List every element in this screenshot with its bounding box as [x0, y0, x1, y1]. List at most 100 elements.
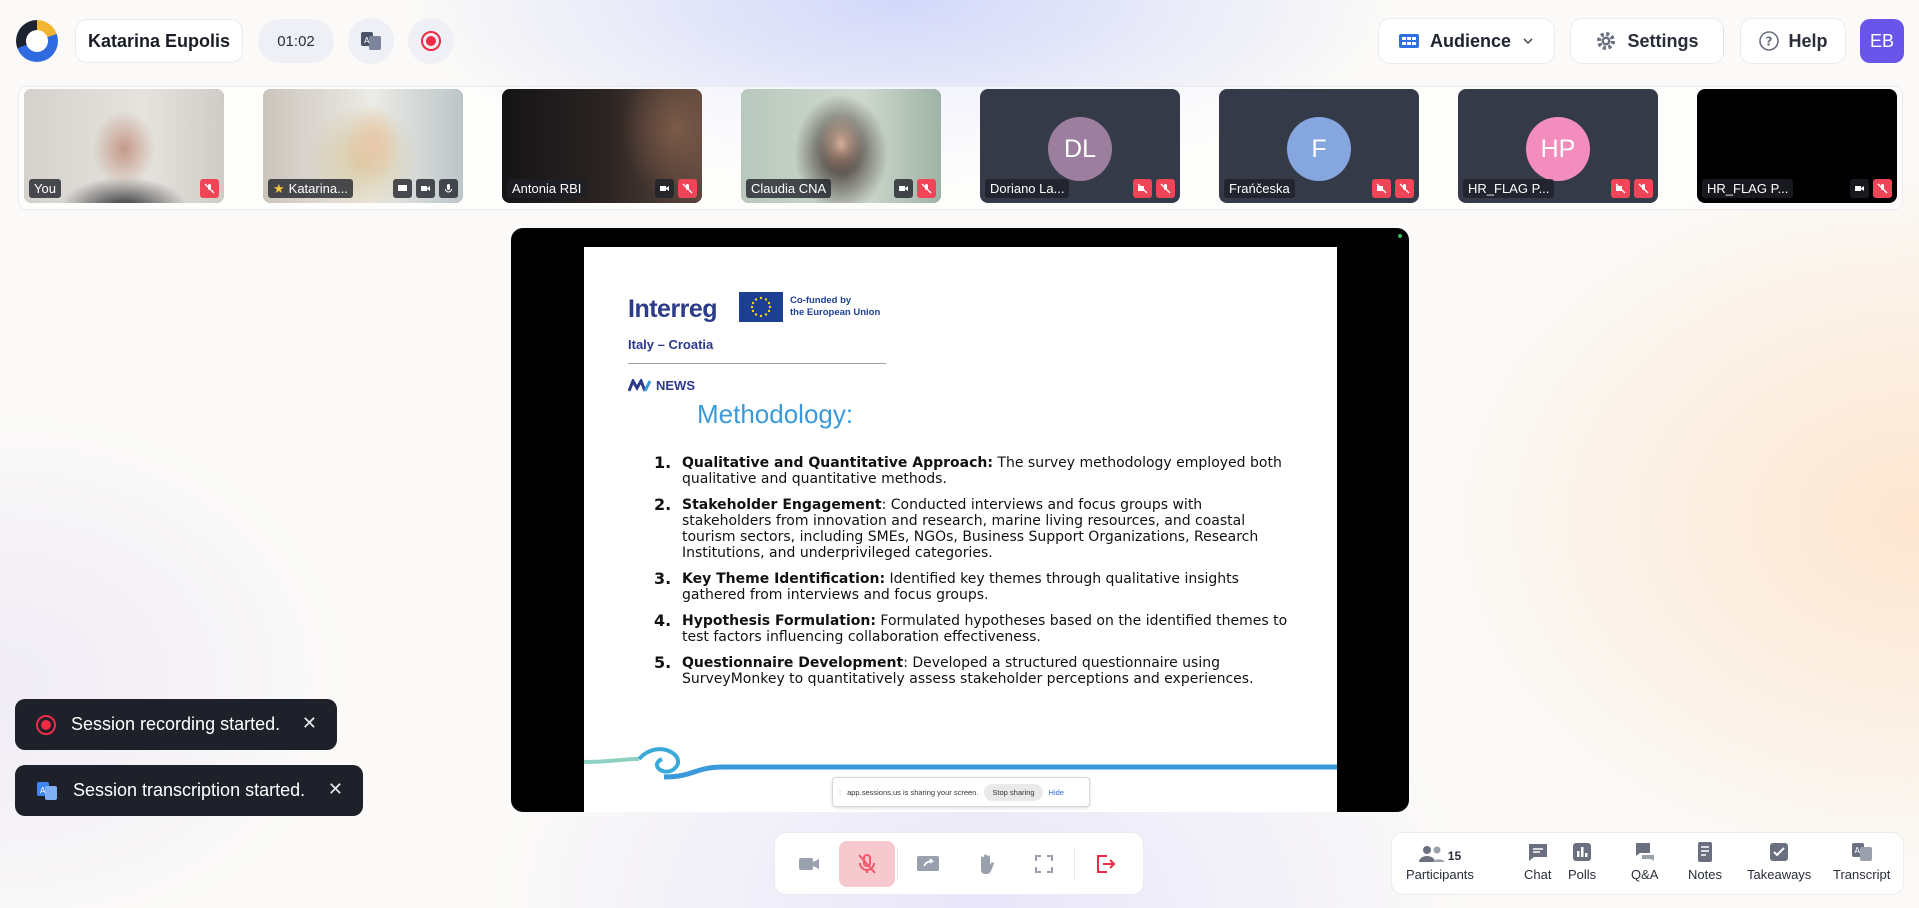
stop-sharing-button[interactable]: Stop sharing — [984, 783, 1043, 801]
camera-icon — [416, 179, 435, 198]
camera-icon — [655, 179, 674, 198]
participant-initials: F — [1287, 117, 1351, 181]
item-number: 5. — [654, 653, 672, 672]
participant-tile[interactable]: DL Doriano La... — [980, 89, 1180, 203]
presentation-slide: Interreg Co-funded by the European Union… — [584, 247, 1337, 812]
participant-tile[interactable]: HR_FLAG P... — [1697, 89, 1897, 203]
raise-hand-button[interactable] — [958, 841, 1014, 887]
participant-name: Frańčeska — [1224, 179, 1295, 198]
chat-tab[interactable]: Chat — [1524, 841, 1551, 882]
host-name: Katarina Eupolis — [75, 19, 243, 63]
camera-button[interactable] — [781, 841, 837, 887]
drag-handle-icon[interactable]: ⁞ — [839, 788, 841, 797]
divider — [1723, 26, 1724, 56]
audience-label: Audience — [1429, 30, 1512, 51]
participant-tile[interactable]: You — [24, 89, 224, 203]
mic-icon — [439, 179, 458, 198]
mic-off-icon — [1634, 179, 1653, 198]
leave-icon — [1097, 854, 1116, 873]
eu-flag-icon — [739, 292, 783, 322]
interreg-logo: Interreg — [628, 295, 718, 323]
shared-screen[interactable]: Interreg Co-funded by the European Union… — [511, 228, 1409, 812]
participant-tile[interactable]: F Frańčeska — [1219, 89, 1419, 203]
divider — [897, 846, 898, 881]
item-heading: Stakeholder Engagement — [682, 497, 882, 513]
close-icon[interactable]: ✕ — [302, 713, 317, 734]
item-heading: Hypothesis Formulation: — [682, 613, 876, 629]
record-button[interactable] — [408, 18, 454, 64]
mic-button[interactable] — [839, 840, 895, 887]
tab-label: Takeaways — [1747, 867, 1812, 882]
app-logo — [16, 20, 58, 62]
item-number: 4. — [654, 611, 672, 630]
help-label: Help — [1788, 30, 1828, 51]
slide-divider — [628, 363, 886, 364]
svg-text:?: ? — [1766, 35, 1773, 49]
list-item: 5. Questionnaire Development: Developed a… — [654, 653, 1294, 688]
svg-text:A: A — [364, 36, 370, 45]
hide-button[interactable]: Hide — [1049, 788, 1064, 797]
screen-share-banner: ⁞ app.sessions.us is sharing your screen… — [832, 777, 1090, 807]
tab-label: Polls — [1568, 867, 1597, 882]
user-avatar[interactable]: EB — [1860, 19, 1904, 63]
camera-off-icon — [1372, 179, 1391, 198]
camera-off-icon — [1133, 179, 1152, 198]
mic-off-icon — [1156, 179, 1175, 198]
camera-icon — [799, 857, 819, 870]
divider — [1074, 846, 1075, 881]
mic-off-icon — [1873, 179, 1892, 198]
toast-message: Session recording started. — [71, 714, 281, 734]
leave-button[interactable] — [1077, 841, 1133, 887]
list-item: 1. Qualitative and Quantitative Approach:… — [654, 455, 1294, 488]
close-icon[interactable]: ✕ — [328, 779, 343, 800]
audience-dropdown[interactable]: Audience — [1378, 18, 1555, 64]
polls-tab[interactable]: Polls — [1568, 841, 1596, 882]
translate-button[interactable]: A — [348, 18, 394, 64]
tab-label: Participants — [1406, 867, 1474, 882]
hand-icon — [981, 854, 994, 874]
svg-text:A: A — [1854, 846, 1860, 855]
participants-count: 15 — [1447, 849, 1462, 863]
takeaways-tab[interactable]: Takeaways — [1747, 841, 1811, 882]
toast-message: Session transcription started. — [73, 780, 306, 800]
audience-icon — [1398, 34, 1419, 48]
mic-off-icon — [1395, 179, 1414, 198]
session-timer: 01:02 — [258, 19, 334, 63]
list-item: 2. Stakeholder Engagement: Conducted inte… — [654, 497, 1294, 562]
takeaways-icon — [1770, 843, 1789, 861]
region-label: Italy – Croatia — [628, 337, 714, 352]
screen-share-button[interactable] — [900, 841, 956, 887]
cofunded-line2: the European Union — [790, 307, 881, 318]
chevron-down-icon — [1523, 38, 1533, 45]
transcription-toast: A Session transcription started. ✕ — [15, 765, 363, 816]
qa-icon — [1635, 843, 1654, 861]
participant-tile[interactable]: Antonia RBI — [502, 89, 702, 203]
participant-name: Doriano La... — [985, 179, 1070, 198]
participant-tile[interactable]: HP HR_FLAG P... — [1458, 89, 1658, 203]
tab-label: Chat — [1524, 867, 1552, 882]
qa-tab[interactable]: Q&A — [1631, 841, 1658, 882]
fullscreen-button[interactable] — [1016, 841, 1072, 887]
gear-icon — [1597, 32, 1616, 50]
tab-label: Q&A — [1631, 867, 1659, 882]
help-button[interactable]: ? Help — [1740, 18, 1846, 64]
item-heading: Key Theme Identification: — [682, 571, 886, 587]
star-icon: ★ — [273, 180, 285, 196]
slide-list: 1. Qualitative and Quantitative Approach:… — [654, 455, 1294, 697]
participant-initials: DL — [1048, 117, 1112, 181]
transcript-tab[interactable]: A Transcript — [1833, 841, 1890, 882]
translate-icon: A — [361, 32, 381, 50]
share-text: app.sessions.us is sharing your screen. — [847, 787, 979, 797]
media-controls — [774, 832, 1144, 895]
notes-tab[interactable]: Notes — [1688, 841, 1722, 882]
participant-name: You — [29, 179, 61, 198]
participant-tile[interactable]: ★ Katarina... — [263, 89, 463, 203]
help-icon: ? — [1759, 31, 1780, 51]
participant-tile[interactable]: Claudia CNA — [741, 89, 941, 203]
settings-button[interactable]: Settings — [1570, 18, 1724, 64]
participant-name: HR_FLAG P... — [1702, 179, 1794, 198]
mic-off-icon — [858, 853, 876, 874]
participants-tab[interactable]: 15 Participants — [1406, 841, 1474, 882]
slide-title: Methodology: — [697, 399, 854, 429]
record-icon — [421, 31, 441, 51]
